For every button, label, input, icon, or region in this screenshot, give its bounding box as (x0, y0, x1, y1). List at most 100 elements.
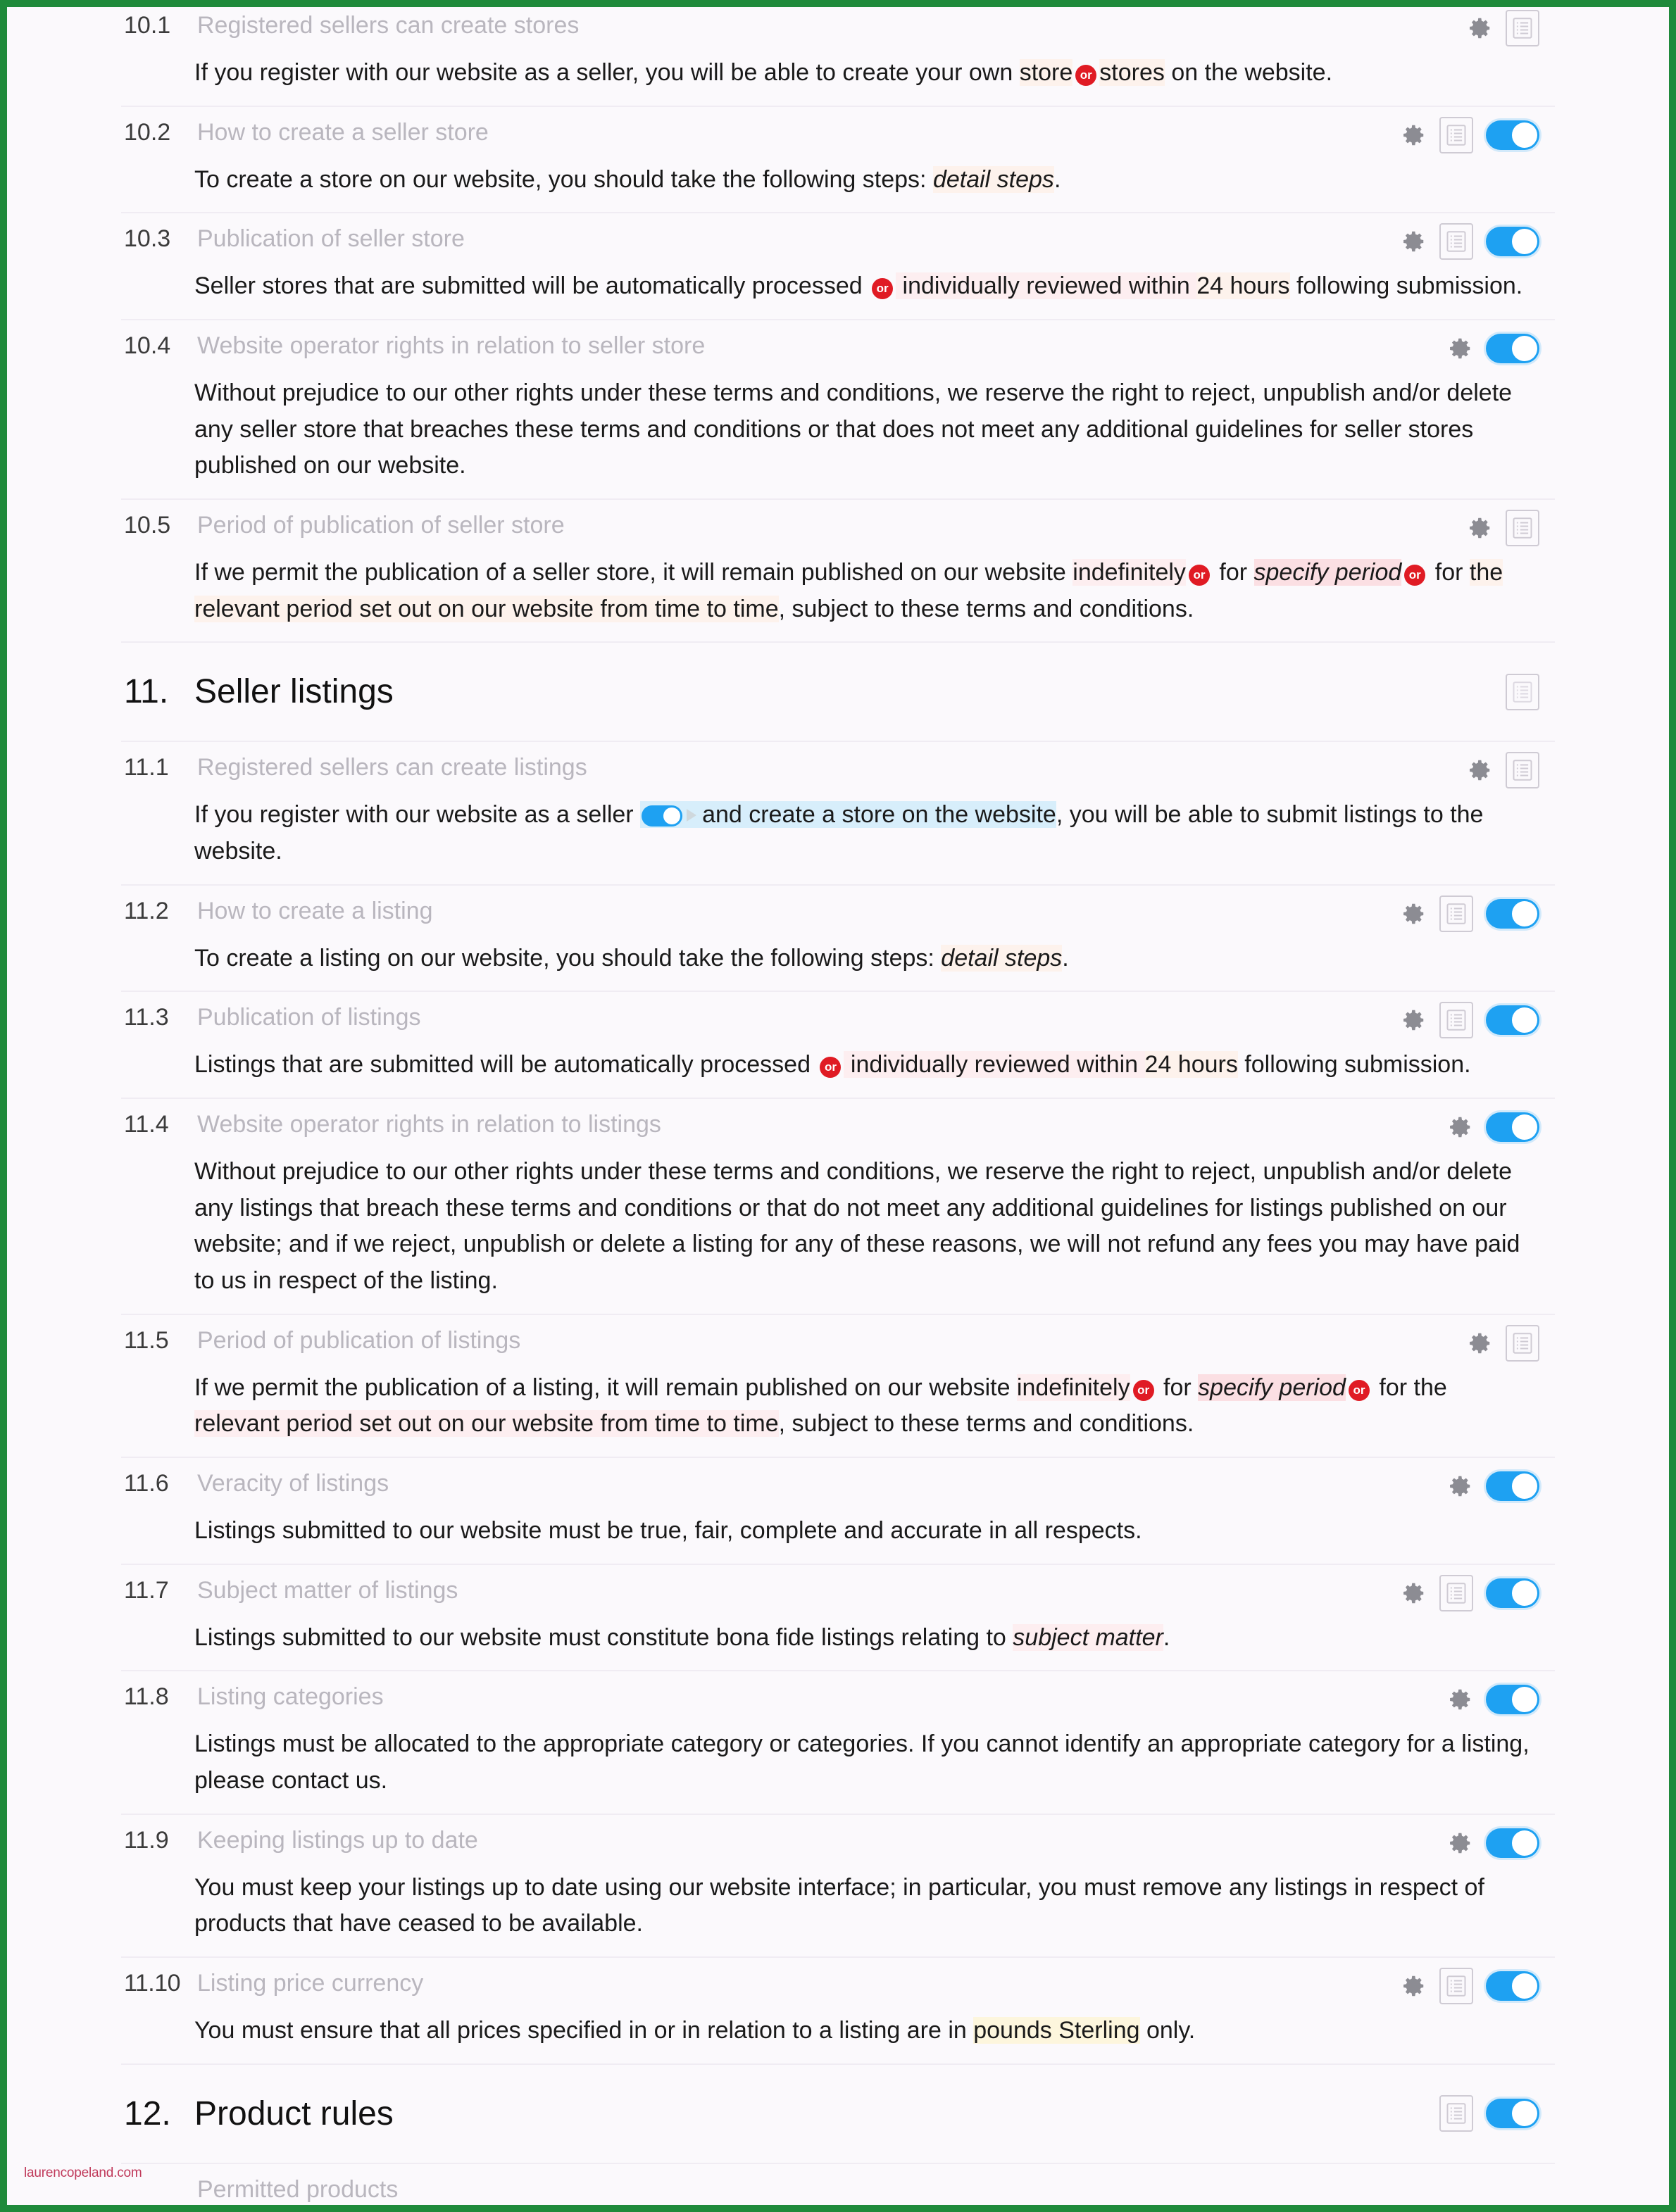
document-list-icon[interactable] (1506, 510, 1539, 547)
gear-icon[interactable] (1400, 1580, 1427, 1607)
clause-10-1[interactable]: 10.1 Registered sellers can create store… (121, 7, 1555, 106)
document-list-icon[interactable] (1439, 895, 1473, 932)
toggle-switch-on[interactable] (1486, 120, 1539, 150)
text-fragment: individually reviewed within (896, 272, 1197, 300)
or-badge[interactable]: or (1075, 65, 1097, 86)
clause-10-2[interactable]: 10.2 How to create a seller store To cre… (121, 105, 1555, 213)
clause-number: 11.6 (124, 1470, 169, 1497)
document-list-icon[interactable] (1439, 1574, 1473, 1611)
clause-10-3[interactable]: 10.3 Publication of seller store Seller … (121, 212, 1555, 320)
clause-controls (1400, 222, 1539, 261)
text-fragment: You must ensure that all prices specifie… (194, 2017, 974, 2044)
toggle-knob (1512, 336, 1537, 362)
clause-number: 11.4 (124, 1111, 169, 1138)
clause-11-9[interactable]: 11.9 Keeping listings up to date You mus… (121, 1813, 1555, 1957)
clause-10-4[interactable]: 10.4 Website operator rights in relation… (121, 319, 1555, 499)
or-badge[interactable]: or (1132, 1379, 1154, 1401)
toggle-knob (1512, 1973, 1537, 1999)
clause-11-6[interactable]: 11.6 Veracity of listings Listings submi… (121, 1457, 1555, 1564)
clause-title: Publication of listings (197, 1004, 421, 1031)
section-title: Seller listings (194, 673, 394, 711)
clause-11-2[interactable]: 11.2 How to create a listing To create a… (121, 884, 1555, 991)
gear-icon[interactable] (1446, 1686, 1473, 1713)
toggle-switch-on[interactable] (1486, 1685, 1539, 1715)
clause-controls (1400, 1573, 1539, 1613)
clause-11-5[interactable]: 11.5 Period of publication of listings I… (121, 1313, 1555, 1457)
clause-10-5[interactable]: 10.5 Period of publication of seller sto… (121, 498, 1555, 642)
document-list-icon[interactable] (1439, 1968, 1473, 2005)
gear-icon[interactable] (1446, 1114, 1473, 1140)
clause-11-3[interactable]: 11.3 Publication of listings Listings th… (121, 991, 1555, 1098)
toggle-switch-on[interactable] (1486, 334, 1539, 364)
clause-header: 10.5 Period of publication of seller sto… (121, 510, 1555, 543)
italic-placeholder: specify period (1253, 559, 1402, 586)
clause-number: 11.5 (124, 1326, 169, 1354)
clause-text: If you register with our website as a se… (194, 797, 1555, 869)
gear-icon[interactable] (1400, 1973, 1427, 1999)
or-badge[interactable]: or (820, 1057, 842, 1079)
italic-placeholder: subject matter (1013, 1623, 1163, 1651)
toggle-switch-on[interactable] (1486, 1112, 1539, 1143)
toggle-switch-on[interactable] (1486, 2099, 1539, 2129)
clause-number: 11.8 (124, 1683, 169, 1711)
gear-icon[interactable] (1466, 1330, 1493, 1357)
gear-icon[interactable] (1446, 1473, 1473, 1500)
clause-11-1[interactable]: 11.1 Registered sellers can create listi… (121, 741, 1555, 884)
toggle-switch-on[interactable] (1486, 1578, 1539, 1608)
document-list-icon[interactable] (1506, 10, 1539, 46)
or-badge[interactable]: or (1188, 565, 1210, 586)
section-heading-12[interactable]: 12. Product rules (121, 2063, 1555, 2163)
gear-icon[interactable] (1400, 122, 1427, 149)
gear-icon[interactable] (1446, 1830, 1473, 1856)
inline-toggle-switch[interactable] (642, 805, 683, 827)
or-badge[interactable]: or (1348, 1379, 1370, 1401)
section-title: Product rules (194, 2094, 394, 2132)
clause-text: Listings submitted to our website must b… (194, 1517, 1142, 1545)
toggle-switch-on[interactable] (1486, 898, 1539, 929)
toggle-switch-on[interactable] (1486, 227, 1539, 257)
document-list-icon[interactable] (1439, 2095, 1473, 2132)
document-list-icon[interactable] (1506, 752, 1539, 789)
document-list-icon[interactable] (1506, 1324, 1539, 1362)
watermark-attribution: laurencopeland.com (24, 2166, 142, 2180)
gear-icon[interactable] (1446, 335, 1473, 362)
clause-11-8[interactable]: 11.8 Listing categories Listings must be… (121, 1670, 1555, 1814)
toggle-switch-on[interactable] (1486, 1005, 1539, 1036)
highlight-store: store (1019, 59, 1073, 86)
text-fragment: following submission. (1289, 272, 1523, 300)
clause-controls (1466, 750, 1539, 790)
gear-icon[interactable] (1466, 15, 1493, 42)
text-fragment: for (1156, 1374, 1199, 1401)
clause-controls (1446, 1680, 1539, 1719)
clause-number: 11.3 (124, 1004, 169, 1031)
text-fragment: for (1428, 559, 1470, 586)
gear-icon[interactable] (1400, 228, 1427, 255)
clause-controls (1400, 1966, 1539, 2006)
clause-11-7[interactable]: 11.7 Subject matter of listings Listings… (121, 1563, 1555, 1671)
section-controls (1506, 672, 1539, 712)
document-scroll-area[interactable]: 10.1 Registered sellers can create store… (7, 7, 1669, 2205)
document-list-icon[interactable] (1439, 1002, 1473, 1039)
text-fragment: To create a store on our website, you sh… (194, 165, 933, 193)
toggle-switch-on[interactable] (1486, 1971, 1539, 2002)
text-fragment: for (1212, 559, 1254, 586)
or-badge[interactable]: or (872, 278, 894, 300)
document-list-icon[interactable] (1439, 223, 1473, 260)
gear-icon[interactable] (1400, 1007, 1427, 1033)
toggle-switch-on[interactable] (1486, 1471, 1539, 1502)
caret-right-icon (687, 809, 697, 822)
text-fragment: If we permit the publication of a seller… (194, 559, 1073, 586)
text-fragment: following submission. (1237, 1051, 1471, 1079)
toggle-switch-on[interactable] (1486, 1828, 1539, 1858)
highlight-indefinitely: indefinitely (1072, 559, 1186, 586)
clause-11-10[interactable]: 11.10 Listing price currency You must en… (121, 1956, 1555, 2063)
document-list-icon[interactable] (1506, 673, 1539, 710)
gear-icon[interactable] (1466, 757, 1493, 784)
gear-icon[interactable] (1400, 900, 1427, 927)
clause-11-4[interactable]: 11.4 Website operator rights in relation… (121, 1098, 1555, 1314)
or-badge[interactable]: or (1404, 565, 1426, 586)
section-heading-11[interactable]: 11. Seller listings (121, 641, 1555, 741)
clause-12-1-partial[interactable]: Permitted products (121, 2162, 1555, 2205)
document-list-icon[interactable] (1439, 116, 1473, 153)
gear-icon[interactable] (1466, 515, 1493, 541)
